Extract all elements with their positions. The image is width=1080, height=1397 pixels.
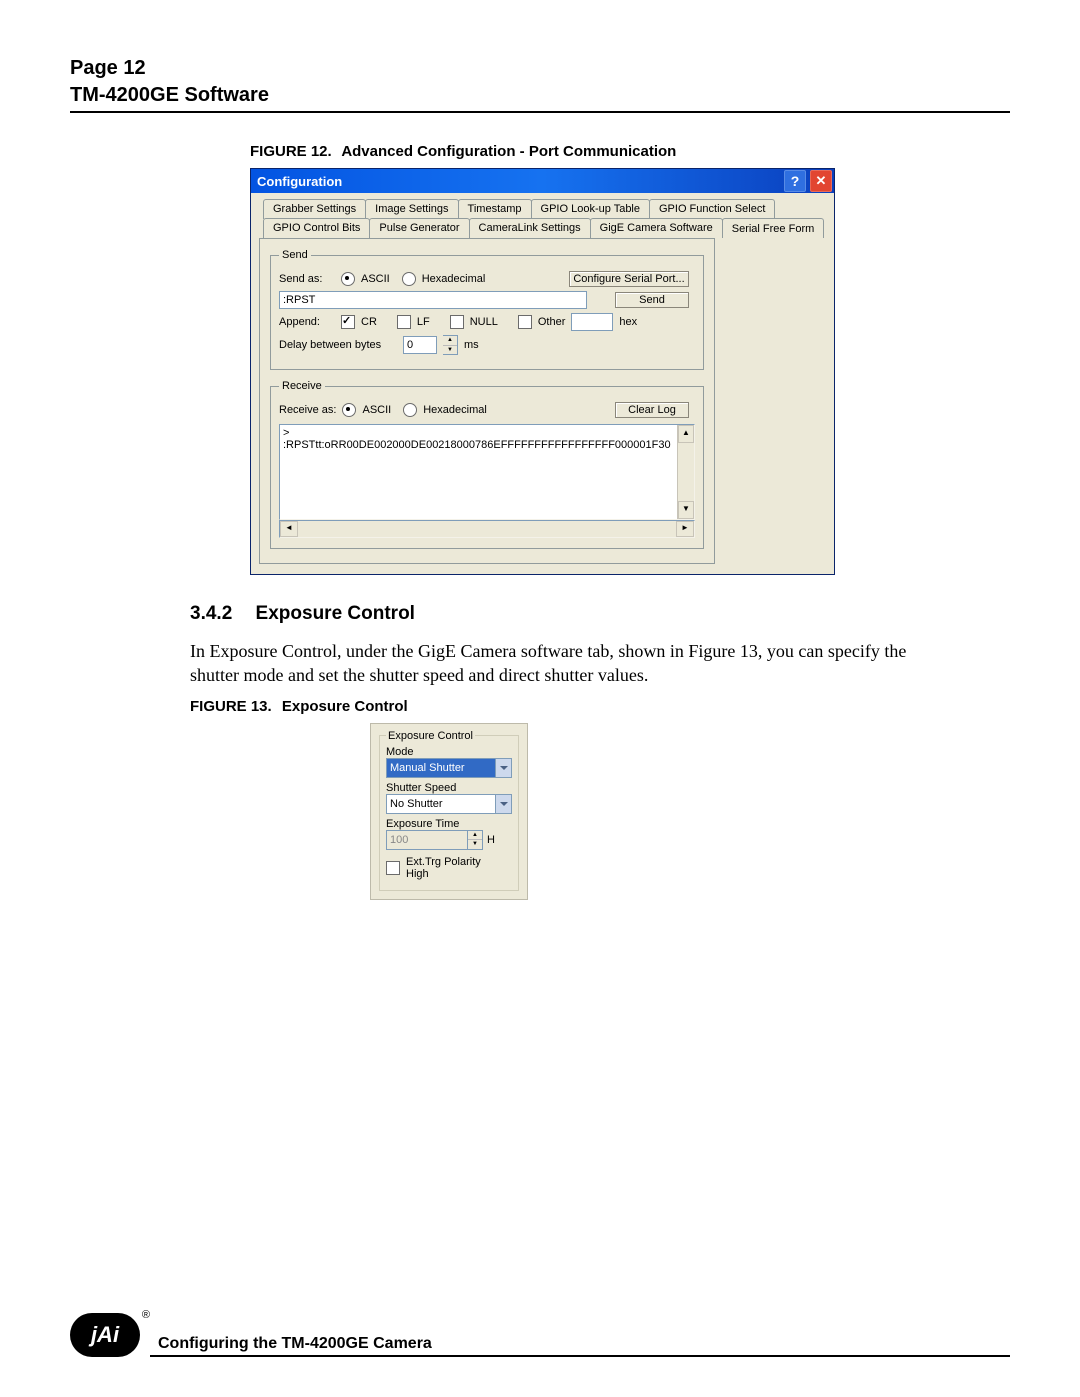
send-button[interactable]: Send <box>615 292 689 308</box>
configure-serial-button[interactable]: Configure Serial Port... <box>569 271 689 287</box>
time-unit: H <box>487 834 495 846</box>
tab-content: Send Send as: ASCII Hexadecimal Configur… <box>259 238 715 564</box>
dialog-title: Configuration <box>257 174 782 189</box>
receive-as-label: Receive as: <box>279 404 336 416</box>
jai-logo: jAi ® <box>70 1313 140 1357</box>
other-checkbox[interactable] <box>518 315 532 329</box>
spin-down-icon[interactable]: ▼ <box>468 840 482 849</box>
lf-label: LF <box>417 316 430 328</box>
close-button[interactable]: ✕ <box>810 170 832 192</box>
polarity-label: Ext.Trg Polarity High <box>406 856 506 880</box>
cr-checkbox[interactable] <box>341 315 355 329</box>
doc-title: TM-4200GE Software <box>70 82 1010 109</box>
scroll-down-icon[interactable]: ▼ <box>678 501 694 519</box>
send-ascii-radio[interactable] <box>341 272 355 286</box>
delay-label: Delay between bytes <box>279 339 397 351</box>
receive-hex-radio[interactable] <box>403 403 417 417</box>
log-text: > :RPSTtt:oRR00DE002000DE00218000786EFFF… <box>283 427 671 451</box>
tab-image-settings[interactable]: Image Settings <box>365 199 458 219</box>
help-button[interactable]: ? <box>784 170 806 192</box>
exposure-legend: Exposure Control <box>386 730 475 742</box>
titlebar[interactable]: Configuration ? ✕ <box>251 169 834 193</box>
lf-checkbox[interactable] <box>397 315 411 329</box>
figure13-label: FIGURE 13. <box>190 698 272 715</box>
tabs-row-2: GPIO Control Bits Pulse Generator Camera… <box>259 218 826 238</box>
section-paragraph: In Exposure Control, under the GigE Came… <box>190 639 950 688</box>
time-value: 100 <box>387 831 467 849</box>
chevron-down-icon[interactable] <box>495 795 511 813</box>
page-footer: jAi ® Configuring the TM-4200GE Camera <box>70 1313 1010 1357</box>
footer-text: Configuring the TM-4200GE Camera <box>150 1335 432 1352</box>
other-label: Other <box>538 316 566 328</box>
speed-combo[interactable]: No Shutter <box>386 794 512 814</box>
figure13-caption: FIGURE 13. Exposure Control <box>190 698 1010 715</box>
receive-ascii-label: ASCII <box>362 404 391 416</box>
figure12-caption: FIGURE 12. Advanced Configuration - Port… <box>250 143 1010 160</box>
speed-label: Shutter Speed <box>386 782 512 794</box>
cr-label: CR <box>361 316 377 328</box>
send-ascii-label: ASCII <box>361 273 390 285</box>
registered-mark: ® <box>142 1309 150 1321</box>
receive-ascii-radio[interactable] <box>342 403 356 417</box>
section-number: 3.4.2 <box>190 603 232 624</box>
spin-down-icon[interactable]: ▼ <box>443 346 457 355</box>
send-group: Send Send as: ASCII Hexadecimal Configur… <box>270 249 704 370</box>
scroll-right-icon[interactable]: ► <box>676 521 694 537</box>
null-label: NULL <box>470 316 498 328</box>
page-header: Page 12 TM-4200GE Software <box>70 55 1010 113</box>
send-as-label: Send as: <box>279 273 335 285</box>
chevron-down-icon[interactable] <box>495 759 511 777</box>
scroll-up-icon[interactable]: ▲ <box>678 425 694 443</box>
section-title: Exposure Control <box>256 603 415 624</box>
mode-label: Mode <box>386 746 512 758</box>
tab-gige-camera[interactable]: GigE Camera Software <box>590 218 723 238</box>
section-heading: 3.4.2 Exposure Control <box>190 603 1010 625</box>
send-hex-label: Hexadecimal <box>422 273 486 285</box>
tab-grabber-settings[interactable]: Grabber Settings <box>263 199 366 219</box>
delay-input[interactable] <box>403 336 437 354</box>
configuration-dialog: Configuration ? ✕ Grabber Settings Image… <box>250 168 835 575</box>
tab-gpio-lookup[interactable]: GPIO Look-up Table <box>531 199 650 219</box>
log-hscrollbar[interactable]: ◄ ► <box>279 520 695 538</box>
delay-unit: ms <box>464 339 479 351</box>
tab-gpio-function[interactable]: GPIO Function Select <box>649 199 775 219</box>
time-spinner[interactable]: ▲▼ <box>468 830 483 850</box>
receive-legend: Receive <box>279 380 325 392</box>
other-hex-label: hex <box>619 316 637 328</box>
send-legend: Send <box>279 249 311 261</box>
exposure-group: Exposure Control Mode Manual Shutter Shu… <box>379 730 519 891</box>
figure12-label: FIGURE 12. <box>250 143 332 160</box>
receive-log[interactable]: > :RPSTtt:oRR00DE002000DE00218000786EFFF… <box>279 424 695 520</box>
time-input: 100 <box>386 830 468 850</box>
page-number: Page 12 <box>70 55 1010 82</box>
receive-hex-label: Hexadecimal <box>423 404 487 416</box>
exposure-panel: Exposure Control Mode Manual Shutter Shu… <box>370 723 528 900</box>
other-input[interactable] <box>571 313 613 331</box>
tab-timestamp[interactable]: Timestamp <box>458 199 532 219</box>
tab-cameralink[interactable]: CameraLink Settings <box>469 218 591 238</box>
log-vscrollbar[interactable]: ▲ ▼ <box>677 425 694 519</box>
tabs-row-1: Grabber Settings Image Settings Timestam… <box>259 199 826 219</box>
tab-pulse-generator[interactable]: Pulse Generator <box>369 218 469 238</box>
mode-combo[interactable]: Manual Shutter <box>386 758 512 778</box>
clear-log-button[interactable]: Clear Log <box>615 402 689 418</box>
time-label: Exposure Time <box>386 818 512 830</box>
append-label: Append: <box>279 316 335 328</box>
null-checkbox[interactable] <box>450 315 464 329</box>
scroll-left-icon[interactable]: ◄ <box>280 521 298 537</box>
figure13-title: Exposure Control <box>282 698 408 715</box>
delay-spinner[interactable]: ▲▼ <box>443 335 458 355</box>
tab-serial-free-form[interactable]: Serial Free Form <box>722 218 825 238</box>
command-input[interactable] <box>279 291 587 309</box>
send-hex-radio[interactable] <box>402 272 416 286</box>
logo-text: jAi <box>91 1322 119 1348</box>
mode-value: Manual Shutter <box>387 759 495 777</box>
spin-up-icon[interactable]: ▲ <box>468 831 482 841</box>
polarity-checkbox[interactable] <box>386 861 400 875</box>
spin-up-icon[interactable]: ▲ <box>443 336 457 346</box>
figure12-title: Advanced Configuration - Port Communicat… <box>341 143 676 160</box>
tab-gpio-control[interactable]: GPIO Control Bits <box>263 218 370 238</box>
speed-value: No Shutter <box>387 795 495 813</box>
receive-group: Receive Receive as: ASCII Hexadecimal Cl… <box>270 380 704 549</box>
